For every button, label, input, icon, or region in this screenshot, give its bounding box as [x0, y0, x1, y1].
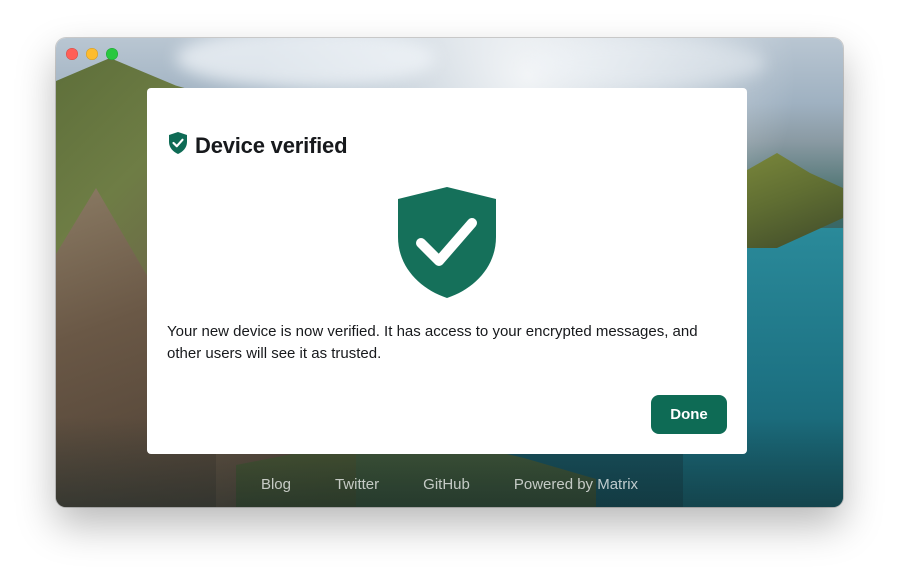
window-minimize-button[interactable]: [86, 48, 98, 60]
footer-link-matrix[interactable]: Powered by Matrix: [514, 476, 638, 493]
window-maximize-button[interactable]: [106, 48, 118, 60]
device-verified-dialog: Device verified Your new device is now v…: [147, 88, 747, 454]
shield-check-icon: [167, 131, 189, 160]
footer-link-twitter[interactable]: Twitter: [335, 476, 379, 493]
background-cloud: [526, 38, 766, 88]
dialog-title: Device verified: [195, 132, 348, 158]
app-window: Device verified Your new device is now v…: [56, 38, 843, 507]
background-cloud: [176, 38, 436, 88]
footer-link-blog[interactable]: Blog: [261, 476, 291, 493]
footer-link-github[interactable]: GitHub: [423, 476, 470, 493]
footer-links: Blog Twitter GitHub Powered by Matrix: [56, 476, 843, 493]
done-button[interactable]: Done: [651, 395, 727, 434]
window-controls: [66, 48, 118, 60]
dialog-description: Your new device is now verified. It has …: [167, 323, 698, 362]
dialog-header: Device verified: [167, 131, 348, 160]
shield-check-icon: [396, 185, 498, 300]
window-close-button[interactable]: [66, 48, 78, 60]
